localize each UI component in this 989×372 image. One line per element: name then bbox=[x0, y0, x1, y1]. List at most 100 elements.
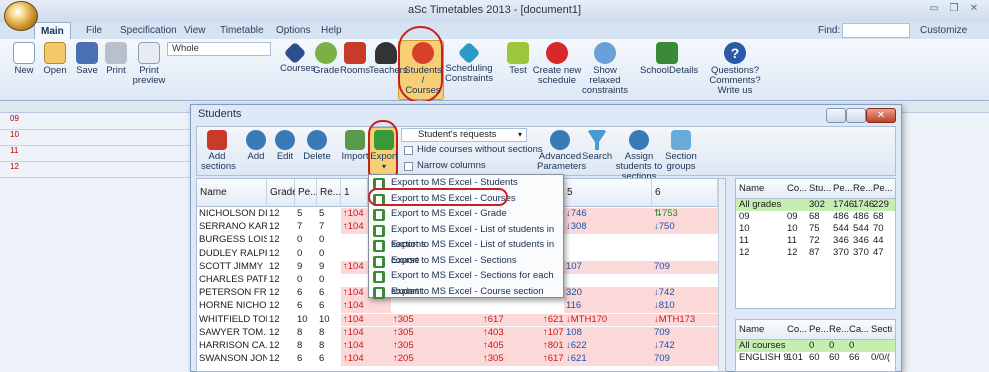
students-maximize-button[interactable] bbox=[846, 108, 866, 123]
help-question-icon: ? bbox=[724, 42, 746, 64]
panel-row[interactable]: All courses 0 0 0 bbox=[736, 340, 895, 352]
table-row[interactable]: SWANSON JON 12 6 6 ↑104 ↑205 ↑305 ↑617 ↓621 709 bbox=[197, 353, 725, 366]
panel-row[interactable]: All grades 302 1746 1746 229 bbox=[736, 199, 895, 211]
view-scope-select[interactable]: Whole bbox=[167, 42, 271, 56]
col-header-re[interactable]: Re... bbox=[317, 179, 341, 207]
panel-col-header[interactable]: Ca... bbox=[849, 320, 869, 340]
students-minimize-button[interactable] bbox=[826, 108, 846, 123]
timetable-row-09: 09 bbox=[0, 114, 190, 130]
tab-timetable[interactable]: Timetable bbox=[214, 22, 270, 39]
hide-courses-checkbox[interactable] bbox=[404, 146, 413, 155]
import-button[interactable]: Import bbox=[340, 128, 370, 162]
tab-view[interactable]: View bbox=[178, 22, 212, 39]
assign-students-button[interactable]: Assign students to sections bbox=[610, 128, 668, 182]
new-button[interactable]: New bbox=[12, 40, 36, 76]
table-row[interactable]: HORNE NICHO... 12 6 6 ↑104 116 ↓810 bbox=[197, 300, 725, 314]
edit-button[interactable]: Edit bbox=[273, 128, 297, 162]
courses-button[interactable]: Courses bbox=[280, 40, 315, 74]
students-close-button[interactable]: ✕ bbox=[866, 108, 896, 123]
panel-col-header[interactable]: Pe... bbox=[873, 179, 893, 199]
col-header-1[interactable]: 1 bbox=[341, 179, 368, 207]
print-button[interactable]: Print bbox=[103, 40, 129, 76]
print-preview-button[interactable]: Print preview bbox=[130, 40, 168, 86]
grade-button[interactable]: Grade bbox=[313, 40, 339, 76]
table-cell: 12 bbox=[269, 234, 280, 246]
add-sections-button[interactable]: Add sections bbox=[201, 128, 236, 172]
table-cell: ↑621 bbox=[541, 313, 566, 327]
customize-link[interactable]: Customize bbox=[920, 25, 967, 36]
create-new-schedule-button[interactable]: Create new schedule bbox=[532, 40, 582, 86]
panel-cell: 10 bbox=[787, 223, 798, 234]
rooms-button[interactable]: Rooms bbox=[340, 40, 370, 76]
table-cell: 116 bbox=[564, 300, 652, 314]
panel-col-header[interactable]: Secti bbox=[871, 320, 892, 340]
panel-col-header[interactable]: Stu... bbox=[809, 179, 831, 199]
tab-file[interactable]: File bbox=[80, 22, 108, 39]
table-cell: ↑104 bbox=[341, 313, 391, 327]
panel-col-header[interactable]: Pe... bbox=[809, 320, 829, 340]
export-menu-item[interactable]: Export to MS Excel - Grade bbox=[369, 206, 563, 222]
col-header-5[interactable]: 5 bbox=[564, 179, 652, 207]
panel-row[interactable]: 10 10 75 544 544 70 bbox=[736, 223, 895, 235]
panel-row[interactable]: 11 11 72 346 346 44 bbox=[736, 235, 895, 247]
open-button[interactable]: Open bbox=[40, 40, 70, 76]
app-menu-orb-icon[interactable] bbox=[4, 1, 38, 31]
panel-col-header[interactable]: Name bbox=[739, 179, 764, 199]
col-header-grade[interactable]: Grade bbox=[267, 179, 298, 207]
table-cell bbox=[564, 274, 652, 287]
excel-icon bbox=[373, 224, 385, 237]
export-menu-item[interactable]: Export to MS Excel - List of students in… bbox=[369, 237, 563, 266]
panel-col-header[interactable]: Name bbox=[739, 320, 764, 340]
panel-row[interactable]: 12 12 87 370 370 47 bbox=[736, 247, 895, 259]
show-relaxed-constraints-button[interactable]: Show relaxed constraints bbox=[580, 40, 630, 96]
restore-icon[interactable]: ❐ bbox=[946, 2, 962, 16]
panel-col-header[interactable]: Co... bbox=[787, 179, 807, 199]
table-row[interactable]: HARRISON CA... 12 8 8 ↑104 ↑305 ↑405 ↑801 ↓622 ↓7… bbox=[197, 340, 725, 353]
export-menu-item[interactable]: Export to MS Excel - Sections bbox=[369, 253, 563, 269]
export-menu-item[interactable]: Export to MS Excel - Course section bbox=[369, 284, 563, 300]
table-cell: HORNE NICHO... bbox=[199, 300, 267, 312]
create-new-schedule-label: Create new schedule bbox=[532, 65, 582, 86]
panel-col-header[interactable]: Re... bbox=[829, 320, 849, 340]
table-cell bbox=[564, 234, 652, 247]
tab-main[interactable]: Main bbox=[34, 22, 71, 39]
tab-help[interactable]: Help bbox=[315, 22, 348, 39]
find-input[interactable] bbox=[842, 23, 910, 38]
table-cell: 9 bbox=[297, 260, 303, 272]
scheduling-constraints-button[interactable]: Scheduling Constraints bbox=[444, 40, 494, 84]
close-icon[interactable]: ✕ bbox=[966, 2, 982, 16]
school-details-button[interactable]: SchoolDetails bbox=[640, 40, 698, 76]
table-row[interactable]: SAWYER TOM... 12 8 8 ↑104 ↑305 ↑403 ↑107 108 709 bbox=[197, 326, 725, 340]
teachers-button[interactable]: Teachers bbox=[369, 40, 408, 76]
table-row[interactable]: WHITFIELD TONI121010↑104↑305↑617↑621↓MTH… bbox=[197, 313, 725, 327]
test-button[interactable]: Test bbox=[506, 40, 530, 76]
narrow-columns-checkbox[interactable] bbox=[404, 162, 413, 171]
table-cell: BURGESS LOIS bbox=[199, 234, 267, 246]
export-menu-item[interactable]: Export to MS Excel - Sections for each s… bbox=[369, 268, 563, 297]
export-button[interactable]: Export ▾ bbox=[370, 128, 398, 172]
save-button[interactable]: Save bbox=[73, 40, 101, 76]
col-header-name[interactable]: Name bbox=[197, 179, 267, 207]
col-header-pe[interactable]: Pe... bbox=[295, 179, 319, 207]
tab-specification[interactable]: Specification bbox=[114, 22, 183, 39]
panel-col-header[interactable]: Co... bbox=[787, 320, 807, 340]
panel-col-header[interactable]: Pe... bbox=[833, 179, 853, 199]
tab-options[interactable]: Options bbox=[270, 22, 316, 39]
minimize-icon[interactable]: ▭ bbox=[926, 2, 942, 16]
questions-button[interactable]: ? Questions? Comments? Write us bbox=[700, 40, 770, 96]
panel-row[interactable]: ENGLISH 9 101 60 60 66 0/0/( bbox=[736, 352, 895, 364]
export-menu-item[interactable]: Export to MS Excel - List of students in… bbox=[369, 222, 563, 250]
panel-row[interactable]: 09 09 68 486 486 68 bbox=[736, 211, 895, 223]
panel-header: Name Co... Pe... Re... Ca... Secti bbox=[736, 320, 895, 340]
panel-col-header[interactable]: Re... bbox=[853, 179, 873, 199]
table-cell bbox=[481, 300, 541, 313]
students-courses-button[interactable]: Students / Courses bbox=[404, 40, 442, 96]
delete-button[interactable]: Delete bbox=[302, 128, 332, 162]
search-button[interactable]: Search bbox=[582, 128, 612, 162]
table-cell: 6 bbox=[319, 300, 325, 312]
add-button[interactable]: Add bbox=[244, 128, 268, 162]
col-header-6[interactable]: 6 bbox=[652, 179, 718, 207]
section-groups-button[interactable]: Section groups bbox=[664, 128, 698, 172]
student-requests-select[interactable]: Student's requests ▾ bbox=[401, 128, 527, 142]
advanced-parameters-button[interactable]: Advanced Parameters bbox=[537, 128, 586, 172]
